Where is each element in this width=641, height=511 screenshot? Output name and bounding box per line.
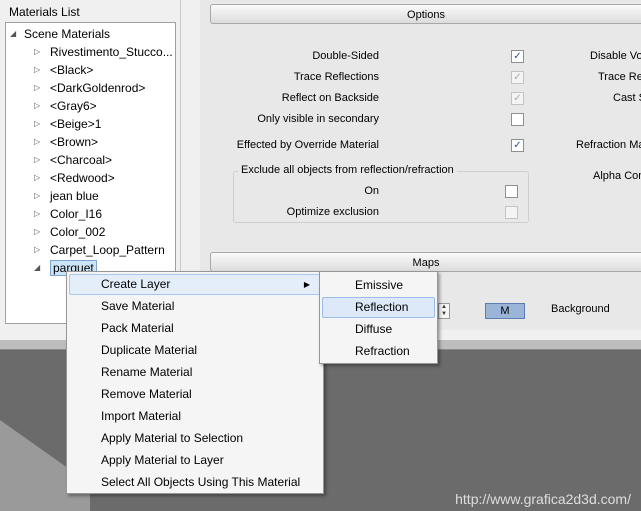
tree-item[interactable]: ▷ <Brown>	[34, 133, 98, 151]
menu-item-apply-to-selection[interactable]: Apply Material to Selection	[69, 428, 321, 449]
expand-triangle-icon[interactable]: ▷	[34, 205, 44, 223]
tree-item[interactable]: ▷ <Black>	[34, 61, 93, 79]
tree-item[interactable]: ▷ <Beige>1	[34, 115, 101, 133]
tree-root-label: Scene Materials	[24, 27, 111, 41]
submenu-item-diffuse[interactable]: Diffuse	[322, 319, 435, 340]
alpha-contribution-label: Alpha Con	[593, 170, 641, 182]
expand-triangle-icon[interactable]: ▷	[34, 169, 44, 187]
exclude-on-checkbox[interactable]	[505, 185, 518, 198]
expand-triangle-icon[interactable]: ▷	[34, 241, 44, 259]
expand-triangle-icon[interactable]: ▷	[34, 115, 44, 133]
value-spinner[interactable]: ▲ ▼	[438, 303, 450, 319]
double-sided-label: Double-Sided	[312, 50, 379, 62]
tree-item-label: <Black>	[50, 63, 94, 77]
expand-triangle-icon[interactable]: ▷	[34, 61, 44, 79]
menu-item-duplicate-material[interactable]: Duplicate Material	[69, 340, 321, 361]
tree-item-label: <Redwood>	[50, 171, 115, 185]
override-material-checkbox[interactable]: ✓	[511, 139, 524, 152]
tree-item-label: Color_I16	[50, 207, 103, 221]
only-visible-secondary-label: Only visible in secondary	[257, 113, 379, 125]
tree-item-label: <DarkGoldenrod>	[50, 81, 146, 95]
watermark: http://www.grafica2d3d.com/	[455, 491, 631, 507]
optimize-exclusion-checkbox[interactable]	[505, 206, 518, 219]
context-menu: Create Layer ▶ Save Material Pack Materi…	[66, 271, 324, 494]
cast-shadows-label: Cast S	[613, 92, 641, 104]
tree-item[interactable]: ▷ <DarkGoldenrod>	[34, 79, 145, 97]
menu-item-remove-material[interactable]: Remove Material	[69, 384, 321, 405]
refraction-material-label: Refraction Ma	[576, 139, 641, 151]
menu-item-save-material[interactable]: Save Material	[69, 296, 321, 317]
tree-item[interactable]: ▷ <Charcoal>	[34, 151, 112, 169]
trace-refraction-label: Trace Re	[598, 71, 641, 83]
background-label: Background	[551, 303, 610, 315]
menu-item-apply-to-layer[interactable]: Apply Material to Layer	[69, 450, 321, 471]
expand-triangle-icon[interactable]: ▷	[34, 79, 44, 97]
collapse-triangle-icon[interactable]: ◢	[10, 25, 20, 43]
disable-volume-label: Disable Vol	[590, 50, 641, 62]
submenu-arrow-icon: ▶	[303, 280, 310, 289]
tree-item[interactable]: ▷ <Redwood>	[34, 169, 115, 187]
map-m-button[interactable]: M	[485, 303, 525, 319]
tree-item-label: Rivestimento_Stucco...	[50, 45, 173, 59]
create-layer-submenu: Emissive Reflection Diffuse Refraction	[319, 271, 438, 364]
expand-triangle-icon[interactable]: ▷	[34, 223, 44, 241]
tree-item-label: Carpet_Loop_Pattern	[50, 243, 165, 257]
materials-list-title: Materials List	[9, 5, 80, 19]
exclude-group-box	[233, 171, 529, 223]
optimize-exclusion-label: Optimize exclusion	[286, 206, 379, 218]
tree-item-label: Color_002	[50, 225, 106, 239]
expand-triangle-icon[interactable]: ▷	[34, 97, 44, 115]
only-visible-secondary-checkbox[interactable]	[511, 113, 524, 126]
tree-item[interactable]: ▷ Rivestimento_Stucco...	[34, 43, 173, 61]
tree-item-label: <Gray6>	[50, 99, 97, 113]
double-sided-checkbox[interactable]: ✓	[511, 50, 524, 63]
tree-item[interactable]: ▷ Color_002	[34, 223, 105, 241]
exclude-on-label: On	[364, 185, 379, 197]
submenu-item-reflection[interactable]: Reflection	[322, 297, 435, 318]
tree-item[interactable]: ▷ <Gray6>	[34, 97, 97, 115]
expand-triangle-icon[interactable]: ▷	[34, 133, 44, 151]
tree-item-label: jean blue	[50, 189, 99, 203]
maps-section-header[interactable]: Maps	[210, 252, 641, 272]
options-section-header[interactable]: Options	[210, 4, 641, 24]
reflect-backside-checkbox[interactable]: ✓	[511, 92, 524, 105]
tree-item-label: <Beige>1	[50, 117, 102, 131]
tree-item[interactable]: ▷ jean blue	[34, 187, 99, 205]
menu-item-select-all-objects[interactable]: Select All Objects Using This Material	[69, 472, 321, 493]
tree-item[interactable]: ▷ Carpet_Loop_Pattern	[34, 241, 165, 259]
menu-item-create-layer[interactable]: Create Layer ▶	[69, 274, 321, 295]
tree-item-label: <Charcoal>	[50, 153, 113, 167]
submenu-item-emissive[interactable]: Emissive	[322, 275, 435, 296]
menu-item-label: Create Layer	[101, 277, 171, 291]
tree-root[interactable]: ◢ Scene Materials	[10, 25, 110, 43]
menu-item-import-material[interactable]: Import Material	[69, 406, 321, 427]
submenu-item-refraction[interactable]: Refraction	[322, 341, 435, 362]
trace-reflections-label: Trace Reflections	[293, 71, 379, 83]
collapse-triangle-icon[interactable]: ◢	[34, 259, 44, 277]
expand-triangle-icon[interactable]: ▷	[34, 187, 44, 205]
override-material-label: Effected by Override Material	[236, 139, 379, 151]
expand-triangle-icon[interactable]: ▷	[34, 151, 44, 169]
tree-item[interactable]: ▷ Color_I16	[34, 205, 102, 223]
expand-triangle-icon[interactable]: ▷	[34, 43, 44, 61]
tree-item-label: <Brown>	[50, 135, 99, 149]
menu-item-rename-material[interactable]: Rename Material	[69, 362, 321, 383]
reflect-backside-label: Reflect on Backside	[281, 92, 379, 104]
trace-reflections-checkbox[interactable]: ✓	[511, 71, 524, 84]
menu-item-pack-material[interactable]: Pack Material	[69, 318, 321, 339]
exclude-group-title: Exclude all objects from reflection/refr…	[238, 164, 457, 176]
